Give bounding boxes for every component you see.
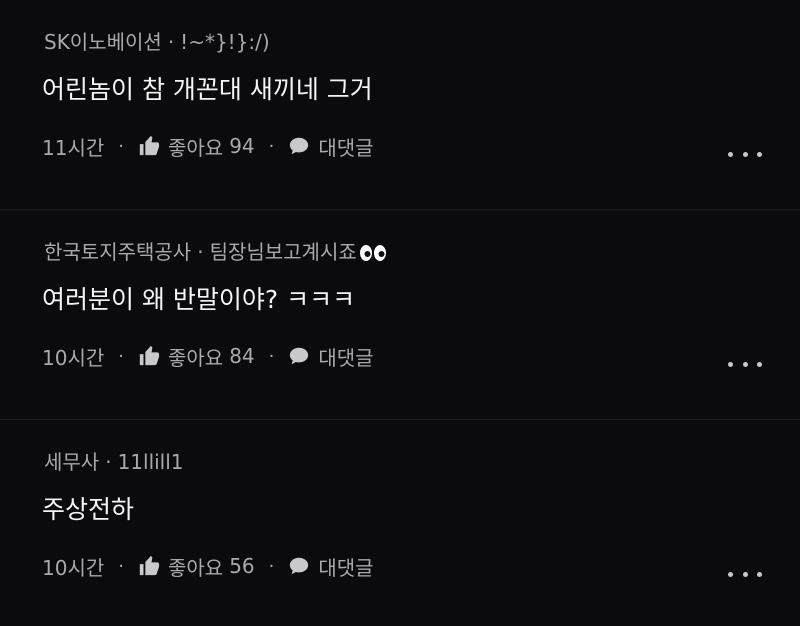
separator-dot: · xyxy=(268,555,275,577)
speech-bubble-icon[interactable] xyxy=(288,345,310,367)
comment-text: 여러분이 왜 반말이야? ㅋㅋㅋ xyxy=(42,285,356,314)
comment-time: 10시간 xyxy=(42,345,105,370)
separator-dot: · xyxy=(268,135,275,157)
like-button[interactable]: 좋아요 xyxy=(168,342,223,371)
separator-dot: · xyxy=(118,135,124,157)
comment-time: 10시간 xyxy=(42,555,105,580)
reply-button[interactable]: 대댓글 xyxy=(318,342,373,371)
comment-meta: 11시간 · 좋아요 94 · 대댓글 xyxy=(42,132,374,160)
comment-text: 어린놈이 참 개꼰대 새끼네 그거 xyxy=(42,75,373,104)
thumbs-up-icon[interactable] xyxy=(138,555,160,577)
separator-dot: · xyxy=(118,555,124,577)
separator-dot: · xyxy=(105,450,112,474)
speech-bubble-icon[interactable] xyxy=(288,555,310,577)
like-count: 94 xyxy=(229,134,255,158)
comment-author-line: 세무사 · 11llill1 xyxy=(44,450,184,474)
author-nickname[interactable]: !~*}!}:/) xyxy=(180,30,270,54)
author-nickname[interactable]: 11llill1 xyxy=(118,450,184,474)
like-count: 84 xyxy=(229,344,255,368)
comment-time: 11시간 xyxy=(42,135,105,160)
author-company[interactable]: 한국토지주택공사 xyxy=(44,240,191,264)
thumbs-up-icon[interactable] xyxy=(138,345,160,367)
comment-text: 주상전하 xyxy=(42,495,135,524)
more-dots-icon[interactable] xyxy=(728,146,762,162)
comment-meta: 10시간 · 좋아요 84 · 대댓글 xyxy=(42,342,374,370)
speech-bubble-icon[interactable] xyxy=(288,135,310,157)
like-button[interactable]: 좋아요 xyxy=(168,552,223,581)
separator-dot: · xyxy=(118,345,124,367)
separator-dot: · xyxy=(167,30,175,54)
author-company[interactable]: SK이노베이션 xyxy=(44,30,162,54)
like-button[interactable]: 좋아요 xyxy=(168,132,223,161)
author-company[interactable]: 세무사 xyxy=(44,450,99,474)
comment-author-line: SK이노베이션 · !~*}!}:/) xyxy=(44,30,270,54)
reply-button[interactable]: 대댓글 xyxy=(318,552,373,581)
comment-item: 한국토지주택공사 · 팀장님보고계시죠 여러분이 왜 반말이야? ㅋㅋㅋ 10시간 … xyxy=(0,210,800,420)
reply-button[interactable]: 대댓글 xyxy=(318,132,373,161)
comment-feed: SK이노베이션 · !~*}!}:/) 어린놈이 참 개꼰대 새끼네 그거 11시간… xyxy=(0,0,800,626)
separator-dot: · xyxy=(268,345,275,367)
comment-item: SK이노베이션 · !~*}!}:/) 어린놈이 참 개꼰대 새끼네 그거 11시간… xyxy=(0,0,800,210)
comment-author-line: 한국토지주택공사 · 팀장님보고계시죠 xyxy=(44,240,387,267)
like-count: 56 xyxy=(229,554,255,578)
eyes-emoji-icon xyxy=(359,243,387,267)
comment-item: 세무사 · 11llill1 주상전하 10시간 · 좋아요 56 · 대댓글 xyxy=(0,420,800,626)
more-dots-icon[interactable] xyxy=(728,356,762,372)
more-dots-icon[interactable] xyxy=(728,566,762,582)
comment-meta: 10시간 · 좋아요 56 · 대댓글 xyxy=(42,552,374,580)
thumbs-up-icon[interactable] xyxy=(138,135,160,157)
separator-dot: · xyxy=(197,240,204,264)
author-nickname[interactable]: 팀장님보고계시죠 xyxy=(210,240,357,264)
